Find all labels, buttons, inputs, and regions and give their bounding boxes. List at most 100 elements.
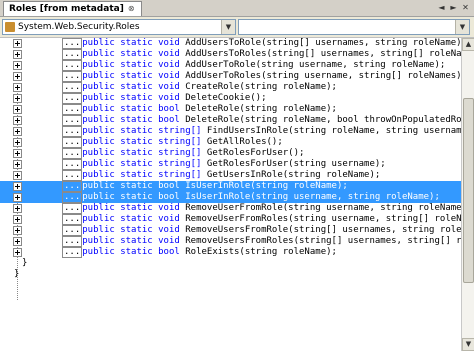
expand-icon[interactable]	[13, 171, 22, 180]
code-line[interactable]: ... public static string[] GetAllRoles();	[0, 137, 461, 148]
code-line[interactable]: ... public static void RemoveUserFromRole…	[0, 203, 461, 214]
member-text: RemoveUserFromRoles(string username, str…	[185, 214, 461, 224]
code-line[interactable]: ... public static void DeleteCookie();	[0, 93, 461, 104]
expand-icon[interactable]	[13, 39, 22, 48]
member-text: DeleteCookie();	[179, 93, 267, 103]
code-line[interactable]: ... public static void AddUsersToRole(str…	[0, 38, 461, 49]
vertical-scrollbar[interactable]: ▲ ▼	[461, 38, 474, 351]
method-signature: ... public static bool RoleExists(string …	[62, 247, 337, 258]
document-tab-strip: Roles [from metadata] ⊗ ◄ ► ✕	[0, 0, 474, 17]
expand-icon[interactable]	[13, 94, 22, 103]
method-signature: ... public static void RemoveUsersFromRol…	[62, 236, 461, 247]
expand-icon[interactable]	[13, 116, 22, 125]
collapsed-region-marker[interactable]: ...	[62, 203, 83, 214]
collapsed-region-marker[interactable]: ...	[62, 126, 83, 137]
collapsed-region-marker[interactable]: ...	[62, 137, 83, 148]
member-dropdown[interactable]: ▼	[238, 19, 470, 35]
expand-icon[interactable]	[13, 61, 22, 70]
collapsed-region-marker[interactable]: ...	[62, 82, 83, 93]
collapsed-region-marker[interactable]: ...	[62, 225, 83, 236]
keywords: public static bool	[82, 104, 180, 114]
collapsed-region-marker[interactable]: ...	[62, 214, 83, 225]
expand-icon[interactable]	[13, 182, 22, 191]
expand-icon[interactable]	[13, 226, 22, 235]
method-signature: ... public static void RemoveUserFromRole…	[62, 214, 461, 225]
collapsed-region-marker[interactable]: ...	[62, 170, 83, 181]
collapsed-region-marker[interactable]: ...	[62, 192, 83, 203]
type-dropdown[interactable]: System.Web.Security.Roles ▼	[2, 19, 236, 35]
member-text: GetRolesForUser(string username);	[201, 159, 386, 169]
method-signature: ... public static void DeleteCookie();	[62, 93, 267, 104]
expand-icon[interactable]	[13, 215, 22, 224]
expand-icon[interactable]	[13, 105, 22, 114]
code-line[interactable]: ... public static bool DeleteRole(string …	[0, 104, 461, 115]
code-line[interactable]: ... public static void AddUsersToRoles(st…	[0, 49, 461, 60]
keywords: public static bool	[82, 115, 180, 125]
collapsed-region-marker[interactable]: ...	[62, 148, 83, 159]
expand-icon[interactable]	[13, 138, 22, 147]
code-line[interactable]: ... public static string[] FindUsersInRol…	[0, 126, 461, 137]
method-signature: ... public static bool IsUserInRole(strin…	[62, 192, 440, 203]
collapsed-region-marker[interactable]: ...	[62, 181, 83, 192]
code-line[interactable]: ... public static string[] GetRolesForUse…	[0, 159, 461, 170]
scrollbar-thumb[interactable]	[463, 98, 474, 283]
pin-icon[interactable]: ⊗	[128, 2, 135, 16]
collapsed-region-marker[interactable]: ...	[62, 71, 83, 82]
code-line[interactable]: ... public static string[] GetRolesForUse…	[0, 148, 461, 159]
expand-icon[interactable]	[13, 204, 22, 213]
collapsed-region-marker[interactable]: ...	[62, 38, 83, 49]
code-view[interactable]: ... public static void AddUsersToRole(str…	[0, 38, 461, 351]
keywords: public static void	[82, 82, 180, 92]
keywords: public static void	[82, 203, 180, 213]
method-signature: ... public static bool IsUserInRole(strin…	[62, 181, 348, 192]
collapsed-region-marker[interactable]: ...	[62, 236, 83, 247]
collapsed-region-marker[interactable]: ...	[62, 104, 83, 115]
expand-icon[interactable]	[13, 237, 22, 246]
member-text: DeleteRole(string roleName);	[179, 104, 337, 114]
code-editor-window: Roles [from metadata] ⊗ ◄ ► ✕ System.Web.…	[0, 0, 474, 351]
type-dropdown-value: System.Web.Security.Roles	[18, 22, 140, 32]
expand-icon[interactable]	[13, 127, 22, 136]
method-signature: ... public static void AddUserToRoles(str…	[62, 71, 461, 82]
collapsed-region-marker[interactable]: ...	[62, 159, 83, 170]
code-line[interactable]: ... public static void RemoveUsersFromRol…	[0, 225, 461, 236]
method-signature: ... public static string[] FindUsersInRol…	[62, 126, 461, 137]
code-line[interactable]: ... public static void AddUserToRoles(str…	[0, 71, 461, 82]
member-text: RoleExists(string roleName);	[179, 247, 337, 257]
keywords: public static string[]	[82, 159, 202, 169]
scroll-up-icon[interactable]: ▲	[462, 38, 474, 51]
method-signature: ... public static void RemoveUserFromRole…	[62, 203, 461, 214]
collapsed-region-marker[interactable]: ...	[62, 115, 83, 126]
code-line[interactable]: ... public static bool DeleteRole(string …	[0, 115, 461, 126]
code-line[interactable]: ... public static void AddUserToRole(stri…	[0, 60, 461, 71]
member-text: IsUserInRole(string username, string rol…	[179, 192, 440, 202]
code-line[interactable]: ... public static bool IsUserInRole(strin…	[0, 181, 461, 192]
collapsed-region-marker[interactable]: ...	[62, 93, 83, 104]
scroll-left-icon[interactable]: ◄	[436, 2, 447, 13]
code-line[interactable]: ... public static bool RoleExists(string …	[0, 247, 461, 258]
code-line[interactable]: ... public static bool IsUserInRole(strin…	[0, 192, 461, 203]
expand-icon[interactable]	[13, 149, 22, 158]
scroll-down-icon[interactable]: ▼	[462, 338, 474, 351]
expand-icon[interactable]	[13, 50, 22, 59]
collapsed-region-marker[interactable]: ...	[62, 49, 83, 60]
method-signature: ... public static void AddUsersToRoles(st…	[62, 49, 461, 60]
code-line[interactable]: ... public static void CreateRole(string …	[0, 82, 461, 93]
tab-roles-metadata[interactable]: Roles [from metadata] ⊗	[3, 1, 142, 16]
collapsed-region-marker[interactable]: ...	[62, 247, 83, 258]
chevron-down-icon[interactable]: ▼	[221, 20, 235, 34]
code-line[interactable]: ... public static void RemoveUsersFromRol…	[0, 236, 461, 247]
code-line[interactable]: ... public static void RemoveUserFromRole…	[0, 214, 461, 225]
expand-icon[interactable]	[13, 83, 22, 92]
expand-icon[interactable]	[13, 72, 22, 81]
close-icon[interactable]: ✕	[460, 2, 471, 13]
chevron-down-icon[interactable]: ▼	[455, 20, 469, 34]
code-line[interactable]: ... public static string[] GetUsersInRole…	[0, 170, 461, 181]
scroll-right-icon[interactable]: ►	[448, 2, 459, 13]
method-signature: ... public static string[] GetUsersInRole…	[62, 170, 380, 181]
member-text: RemoveUsersFromRole(string[] usernames, …	[185, 225, 461, 235]
expand-icon[interactable]	[13, 193, 22, 202]
expand-icon[interactable]	[13, 160, 22, 169]
expand-icon[interactable]	[13, 248, 22, 257]
collapsed-region-marker[interactable]: ...	[62, 60, 83, 71]
